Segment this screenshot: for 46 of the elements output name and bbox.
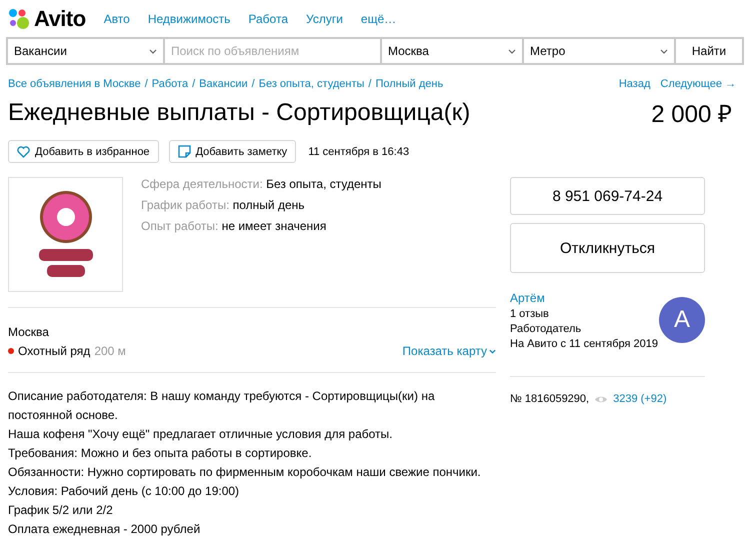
nav-link[interactable]: Недвижимость [148, 12, 230, 26]
note-icon [178, 145, 191, 158]
eye-icon [594, 394, 608, 404]
metro-station: Охотный ряд [18, 344, 90, 358]
breadcrumb-separator: / [144, 78, 148, 90]
listing-number: № 1816059290, [510, 393, 590, 405]
listing-photo[interactable] [8, 177, 123, 292]
price: 2 000 ₽ [651, 100, 732, 129]
breadcrumb-separator: / [252, 78, 255, 90]
logo-dots-icon [8, 8, 30, 30]
listing-title: Ежедневные выплаты - Сортировщица(к) [8, 98, 470, 126]
breadcrumb-link[interactable]: Полный день [375, 78, 444, 90]
nav-link[interactable]: Работа [248, 12, 288, 26]
next-link[interactable]: Следующее → [660, 78, 736, 90]
breadcrumb-link[interactable]: Без опыта, студенты [258, 78, 364, 90]
nav-link[interactable]: ещё… [360, 12, 396, 26]
metro-dot [8, 348, 14, 354]
seller-avatar: А [659, 297, 705, 343]
nav-link[interactable]: Услуги [306, 12, 343, 26]
breadcrumb-separator: / [368, 78, 372, 90]
back-link[interactable]: Назад [618, 78, 650, 90]
param-row: Сфера деятельности: Без опыта, студенты [141, 177, 382, 191]
param-row-text: График работы: полный день [141, 198, 306, 212]
nav-link[interactable]: Авто [104, 12, 130, 26]
logo-text[interactable]: Avito [34, 6, 86, 32]
view-count: 3239 (+92) [613, 393, 667, 405]
seller-reviews: 1 отзыв [510, 308, 550, 320]
phone-button[interactable]: 8 951 069-74-24 [510, 177, 705, 215]
job-description: Описание работодателя: В нашу команду требуются - Сортировщицы(ки) на постоянной основе. Наша кофеня "Хочу ещё" предлагает отличные условия для работы. Требования: Можно и без опыта работы в сортировке. Обязанности: Нужно сортировать по фирменным коробочкам наши свежие пончики. Условия: Рабочий день (с 10:00 до 19:00) График 5/2 или 2/2 Оплата ежедневная - 2000 рублей [8, 388, 482, 538]
seller-name[interactable]: Артём [510, 291, 658, 305]
city-text: Москва [8, 325, 50, 339]
heart-icon [17, 146, 30, 158]
posted-date: 11 сентября в 16:43 [308, 146, 410, 158]
metro-distance: 200 м [94, 344, 126, 358]
chevron-down-icon [489, 348, 496, 354]
note-button[interactable]: Добавить заметку [168, 140, 296, 163]
breadcrumb-link[interactable]: Работа [152, 78, 188, 90]
respond-button[interactable]: Откликнуться [510, 223, 705, 273]
param-row-text: Опыт работы: не имеет значения [141, 219, 328, 233]
seller-since: На Авито с 11 сентября 2019 [510, 338, 658, 350]
seller-type: Работодатель [510, 323, 582, 335]
breadcrumb-link[interactable]: Все объявления в Москве [8, 78, 141, 90]
breadcrumb-link[interactable]: Вакансии [199, 78, 248, 90]
show-map-link[interactable]: Показать карту [402, 344, 496, 358]
favorite-button[interactable]: Добавить в избранное [8, 140, 159, 163]
breadcrumb-separator: / [192, 78, 196, 90]
